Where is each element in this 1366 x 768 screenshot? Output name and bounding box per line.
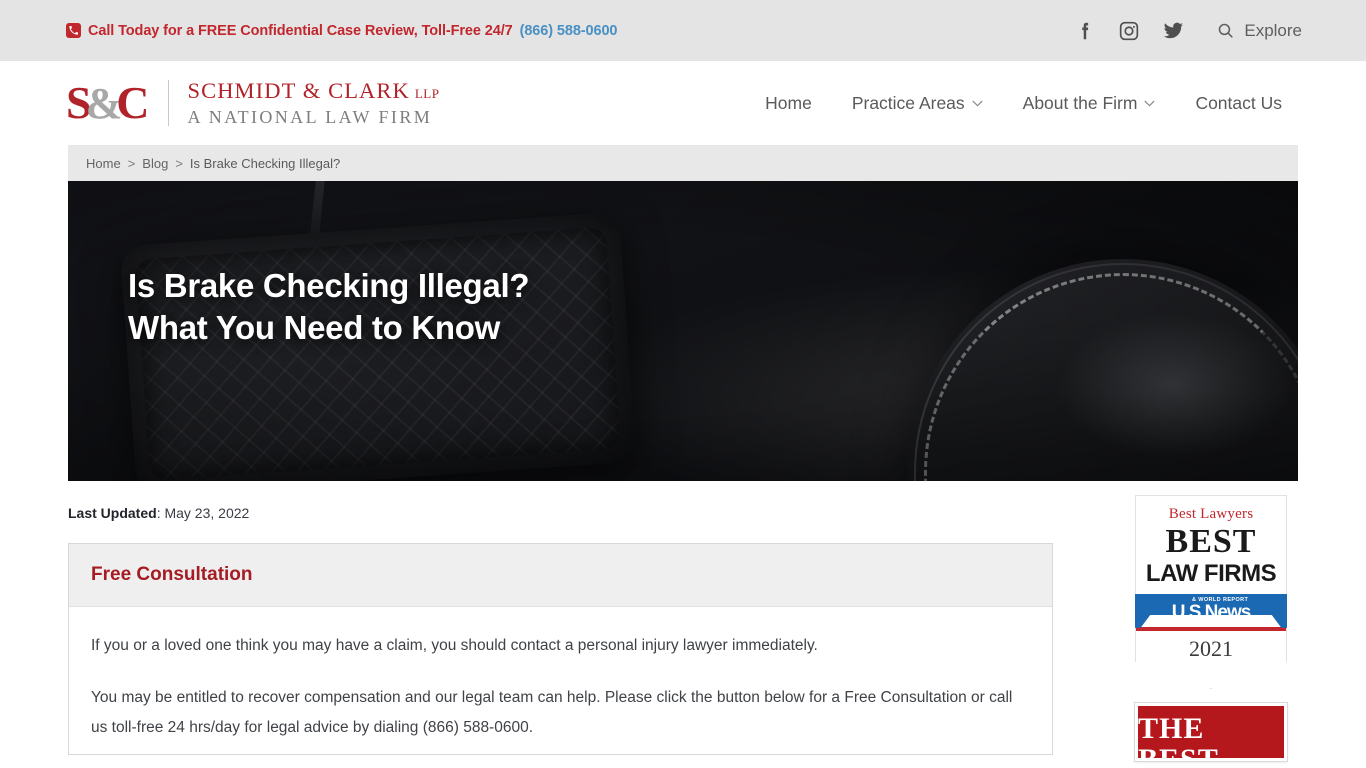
topbar-right-group: Explore <box>1063 0 1302 61</box>
logo-firm-name: SCHMIDT & CLARK <box>187 78 410 103</box>
nav-item-label: Practice Areas <box>851 92 965 113</box>
breadcrumb-separator: > <box>127 155 136 171</box>
badge-the-best-text: THE BEST <box>1138 711 1219 761</box>
logo-mark-ampersand: & <box>85 79 123 128</box>
search-icon <box>1219 23 1234 38</box>
breadcrumb-separator: > <box>175 155 183 171</box>
nav-item-contact-us[interactable]: Contact Us <box>1175 93 1302 114</box>
hero-banner: Is Brake Checking Illegal? What You Need… <box>68 181 1298 481</box>
top-utility-bar: Call Today for a FREE Confidential Case … <box>0 0 1366 61</box>
breadcrumb-current: Is Brake Checking Illegal? <box>189 155 341 171</box>
consultation-paragraph-1: If you or a loved one think you may have… <box>91 637 818 654</box>
instagram-icon[interactable] <box>1107 9 1151 53</box>
last-updated: Last Updated: May 23, 2022 <box>68 499 1053 543</box>
facebook-icon[interactable] <box>1063 9 1107 53</box>
breadcrumb-home[interactable]: Home <box>86 156 121 171</box>
site-logo[interactable]: S & C SCHMIDT & CLARK LLP A NATIONAL LAW… <box>66 78 439 128</box>
free-consultation-body: If you or a loved one think you may have… <box>69 607 1052 754</box>
logo-divider <box>168 80 170 126</box>
badge-usnews-ribbon-inner: & WORLD REPORT U.S.News <box>1171 597 1252 624</box>
badge-usnews-text: U.S.News <box>1171 602 1252 624</box>
nav-item-label: Home <box>765 92 812 113</box>
badge-best-lawyers-text: Best Lawyers <box>1168 506 1254 522</box>
logo-tagline: A NATIONAL LAW FIRM <box>187 107 433 127</box>
chevron-down-icon <box>1144 98 1155 110</box>
badge-usnews-ribbon: & WORLD REPORT U.S.News <box>1135 593 1287 628</box>
nav-item-label: Contact Us <box>1195 92 1282 113</box>
badge-best-text: BEST <box>1165 523 1257 560</box>
page-title: Is Brake Checking Illegal? What You Need… <box>128 265 530 349</box>
explore-label: Explore <box>1244 20 1302 40</box>
badge-the-best-lawyers[interactable]: THE BEST <box>1134 701 1288 762</box>
badge-us-news-best-law-firms[interactable]: Best Lawyers BEST LAW FIRMS & WORLD REPO… <box>1135 495 1287 689</box>
consultation-paragraph-2: You may be entitled to recover compensat… <box>91 689 1013 737</box>
last-updated-value: : May 23, 2022 <box>156 505 250 521</box>
free-consultation-box: Free Consultation If you or a loved one … <box>68 543 1053 755</box>
hero-title-line1: Is Brake Checking Illegal? <box>128 267 530 304</box>
badge-year-text: 2021 <box>1189 635 1233 661</box>
content-area: Last Updated: May 23, 2022 Free Consulta… <box>68 481 1298 762</box>
explore-search-button[interactable]: Explore <box>1217 21 1302 41</box>
badge-ribbon-red-stripe <box>1136 626 1286 631</box>
chevron-down-icon <box>972 98 983 110</box>
site-header: S & C SCHMIDT & CLARK LLP A NATIONAL LAW… <box>0 61 1366 145</box>
breadcrumb: Home > Blog > Is Brake Checking Illegal? <box>68 145 1298 181</box>
last-updated-label: Last Updated <box>68 505 157 521</box>
logo-monogram: S & C <box>66 77 150 128</box>
main-column: Last Updated: May 23, 2022 Free Consulta… <box>68 499 1053 755</box>
free-consultation-heading: Free Consultation <box>69 544 1052 607</box>
nav-item-home[interactable]: Home <box>745 93 832 114</box>
logo-wordmark: SCHMIDT & CLARK LLP A NATIONAL LAW FIRM <box>187 78 439 128</box>
call-today-phone[interactable]: (866) 588-0600 <box>520 23 618 39</box>
hero-title-line2: What You Need to Know <box>128 309 500 347</box>
primary-navigation: Home Practice Areas About the Firm Conta… <box>745 61 1302 145</box>
call-today-banner[interactable]: Call Today for a FREE Confidential Case … <box>66 23 617 39</box>
sidebar: Best Lawyers BEST LAW FIRMS & WORLD REPO… <box>1121 481 1301 762</box>
badge-law-firms-text: LAW FIRMS <box>1145 559 1277 587</box>
twitter-icon[interactable] <box>1151 9 1195 53</box>
call-today-text: Call Today for a FREE Confidential Case … <box>88 22 513 39</box>
nav-item-label: About the Firm <box>1022 92 1138 113</box>
logo-firm-name-row: SCHMIDT & CLARK LLP <box>187 78 439 104</box>
phone-icon <box>66 23 81 38</box>
breadcrumb-blog[interactable]: Blog <box>142 156 168 171</box>
nav-item-about-the-firm[interactable]: About the Firm <box>1003 93 1176 114</box>
nav-item-practice-areas[interactable]: Practice Areas <box>832 93 1003 114</box>
logo-llp: LLP <box>414 86 440 101</box>
logo-mark-c: C <box>116 77 149 128</box>
